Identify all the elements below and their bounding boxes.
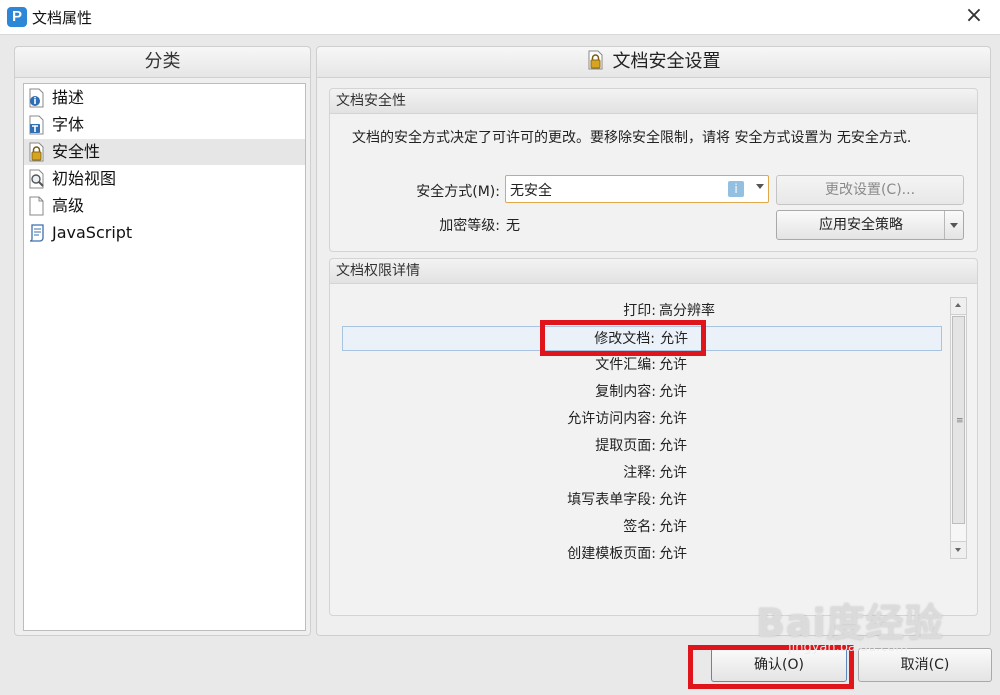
permission-value: 允许 bbox=[659, 492, 687, 508]
permission-value: 允许 bbox=[659, 384, 687, 400]
permission-name: 签名: bbox=[623, 519, 656, 535]
permission-value: 允许 bbox=[659, 357, 687, 373]
category-label: 字体 bbox=[52, 115, 85, 134]
permission-name: 允许访问内容: bbox=[567, 411, 656, 427]
permissions-group: 文档权限详情 打印: 高分辨率 修改文档: 允许 文件汇编: 允许 复制内容: … bbox=[329, 258, 978, 616]
scroll-thumb[interactable]: ≡ bbox=[952, 316, 965, 524]
doc-icon bbox=[28, 196, 46, 216]
security-group: 文档安全性 文档的安全方式决定了可许可的更改。要移除安全限制，请将 安全方式设置… bbox=[329, 88, 978, 252]
permission-name: 提取页面: bbox=[595, 438, 656, 454]
permission-row[interactable]: 注释: 允许 bbox=[342, 461, 942, 486]
permission-value: 允许 bbox=[659, 546, 687, 559]
permission-row[interactable]: 修改文档: 允许 bbox=[342, 326, 942, 351]
script-scroll-icon bbox=[28, 223, 46, 243]
category-label: JavaScript bbox=[52, 223, 133, 242]
watermark-url: jingyan.baidu.com bbox=[788, 640, 908, 655]
category-label: 初始视图 bbox=[52, 169, 117, 188]
permission-row[interactable]: 文件汇编: 允许 bbox=[342, 353, 942, 378]
permission-value: 高分辨率 bbox=[659, 303, 715, 319]
category-item-fonts[interactable]: 字体 bbox=[24, 112, 305, 138]
group-title: 文档权限详情 bbox=[330, 259, 977, 284]
category-item-javascript[interactable]: JavaScript bbox=[24, 220, 305, 246]
apply-policy-label: 应用安全策略 bbox=[819, 217, 903, 233]
security-method-label: 安全方式(M): bbox=[416, 184, 500, 200]
apply-security-policy-button[interactable]: 应用安全策略 bbox=[776, 210, 964, 240]
lock-icon bbox=[587, 50, 605, 80]
permission-value: 允许 bbox=[659, 438, 687, 454]
permission-row[interactable]: 打印: 高分辨率 bbox=[342, 299, 942, 324]
change-settings-button[interactable]: 更改设置(C)... bbox=[776, 175, 964, 205]
security-description: 文档的安全方式决定了可许可的更改。要移除安全限制，请将 安全方式设置为 无安全方… bbox=[352, 130, 912, 146]
grip-icon: ≡ bbox=[956, 416, 964, 426]
permission-name: 创建模板页面: bbox=[567, 546, 656, 559]
permission-name: 修改文档: bbox=[594, 331, 655, 347]
title-bar: P 文档属性 × bbox=[0, 0, 1000, 35]
category-label: 安全性 bbox=[52, 142, 101, 161]
watermark: Bai度经验 jingyan.baidu.com bbox=[756, 592, 944, 655]
permission-name: 复制内容: bbox=[595, 384, 656, 400]
watermark-logo: Bai度经验 bbox=[756, 601, 944, 645]
category-item-advanced[interactable]: 高级 bbox=[24, 193, 305, 219]
app-logo-icon: P bbox=[7, 7, 27, 27]
security-method-select[interactable]: 无安全 i bbox=[505, 175, 769, 203]
info-doc-icon bbox=[28, 88, 46, 108]
permission-row[interactable]: 填写表单字段: 允许 bbox=[342, 488, 942, 513]
permission-value: 允许 bbox=[660, 331, 688, 347]
category-panel: 分类 描述 字体 安全性 初始视图 高级 JavaScript bbox=[14, 46, 311, 636]
magnifier-doc-icon bbox=[28, 169, 46, 189]
font-doc-icon bbox=[28, 115, 46, 135]
permission-value: 允许 bbox=[659, 519, 687, 535]
category-list: 描述 字体 安全性 初始视图 高级 JavaScript bbox=[23, 83, 306, 631]
permission-value: 允许 bbox=[659, 411, 687, 427]
permission-row[interactable]: 签名: 允许 bbox=[342, 515, 942, 540]
chevron-down-icon bbox=[756, 184, 764, 189]
category-label: 高级 bbox=[52, 196, 85, 215]
permission-row[interactable]: 提取页面: 允许 bbox=[342, 434, 942, 459]
category-item-description[interactable]: 描述 bbox=[24, 85, 305, 111]
permission-name: 文件汇编: bbox=[595, 357, 656, 373]
permission-row[interactable]: 允许访问内容: 允许 bbox=[342, 407, 942, 432]
close-button[interactable]: × bbox=[962, 4, 986, 28]
permission-name: 填写表单字段: bbox=[567, 492, 656, 508]
chevron-down-icon[interactable] bbox=[944, 211, 963, 239]
settings-header: 文档安全设置 bbox=[317, 47, 990, 78]
scroll-down-icon[interactable] bbox=[951, 541, 966, 558]
category-label: 描述 bbox=[52, 88, 85, 107]
category-item-initial-view[interactable]: 初始视图 bbox=[24, 166, 305, 192]
category-header: 分类 bbox=[15, 47, 310, 78]
window-title: 文档属性 bbox=[32, 9, 93, 27]
category-item-security[interactable]: 安全性 bbox=[24, 139, 305, 165]
settings-panel: 文档安全设置 文档安全性 文档的安全方式决定了可许可的更改。要移除安全限制，请将… bbox=[316, 46, 991, 636]
security-method-value: 无安全 bbox=[510, 183, 552, 199]
permissions-list: 打印: 高分辨率 修改文档: 允许 文件汇编: 允许 复制内容: 允许 允许访问… bbox=[330, 297, 950, 559]
permission-row[interactable]: 复制内容: 允许 bbox=[342, 380, 942, 405]
settings-title: 文档安全设置 bbox=[612, 51, 721, 72]
info-icon: i bbox=[728, 181, 744, 197]
group-title: 文档安全性 bbox=[330, 89, 977, 114]
encryption-level-value: 无 bbox=[506, 218, 520, 234]
permission-value: 允许 bbox=[659, 465, 687, 481]
permission-name: 注释: bbox=[623, 465, 656, 481]
encryption-level-label: 加密等级: bbox=[439, 218, 500, 234]
lock-icon bbox=[28, 142, 46, 162]
permission-row[interactable]: 创建模板页面: 允许 bbox=[342, 542, 942, 559]
scroll-up-icon[interactable] bbox=[951, 298, 966, 315]
permission-name: 打印: bbox=[623, 303, 656, 319]
permissions-scrollbar[interactable]: ≡ bbox=[950, 297, 967, 559]
